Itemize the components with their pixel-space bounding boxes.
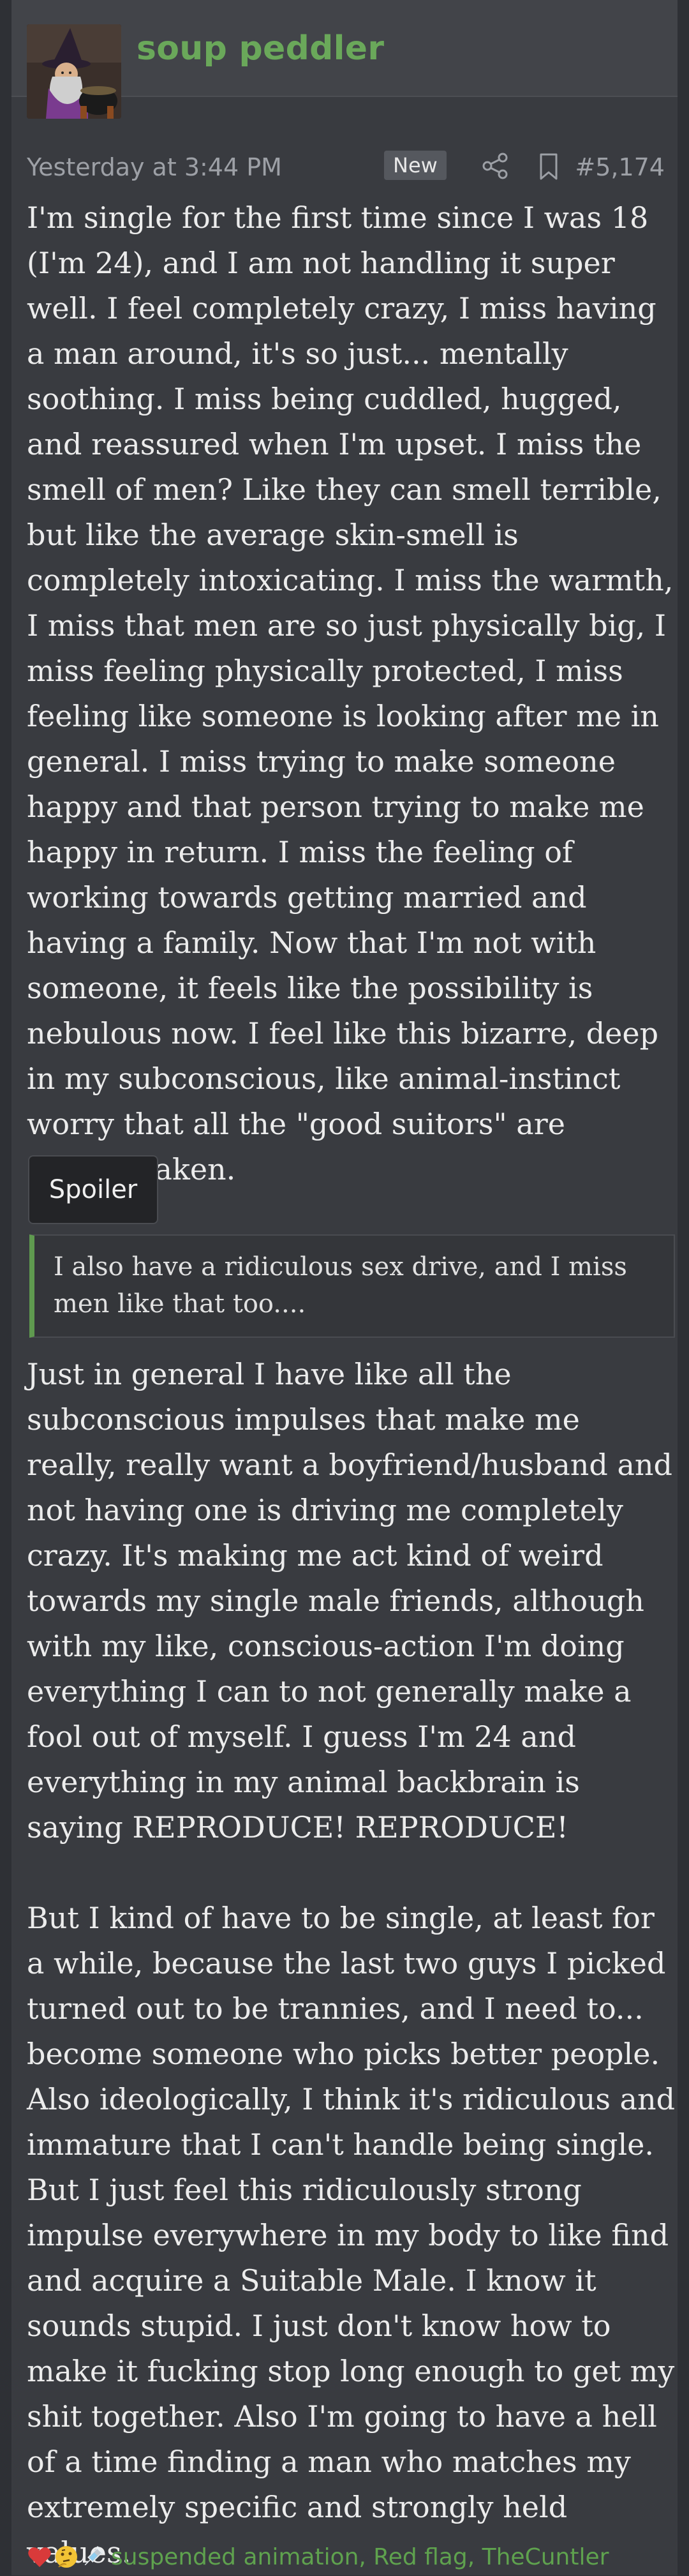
reaction-user-names[interactable]: suspended animation, Red flag, TheCuntle…: [111, 2544, 609, 2570]
forum-post: soup peddler Yesterday at 3:44 PM New #5…: [11, 0, 678, 2575]
username-link[interactable]: soup peddler: [137, 29, 384, 68]
spoiler-quote-block: I also have a ridiculous sex drive, and …: [29, 1234, 675, 1338]
reactions-bar[interactable]: suspended animation, Red flag, TheCuntle…: [27, 2543, 609, 2576]
post-body-continued: Just in general I have like all the subc…: [27, 1352, 678, 2575]
syringe-icon: [80, 2544, 106, 2570]
post-timestamp[interactable]: Yesterday at 3:44 PM: [27, 153, 282, 181]
post-user-header: soup peddler: [11, 0, 678, 119]
witch-with-cauldron-avatar: [27, 24, 121, 119]
post-paragraph: Just in general I have like all the subc…: [27, 1357, 672, 1845]
post-number-link[interactable]: #5,174: [575, 153, 665, 181]
bookmark-icon[interactable]: [536, 152, 561, 181]
spoiler-button[interactable]: Spoiler: [28, 1155, 158, 1224]
post-paragraph: But I kind of have to be single, at leas…: [27, 1901, 676, 2570]
post-body: I'm single for the first time since I wa…: [27, 195, 678, 1192]
heart-icon: [27, 2544, 52, 2570]
thinking-face-icon: [54, 2544, 79, 2570]
post-meta-bar: Yesterday at 3:44 PM New #5,174: [27, 146, 678, 190]
post-paragraph: I'm single for the first time since I wa…: [27, 200, 674, 1187]
new-badge: New: [384, 151, 447, 180]
user-avatar[interactable]: [27, 24, 121, 119]
share-icon[interactable]: [481, 152, 509, 180]
